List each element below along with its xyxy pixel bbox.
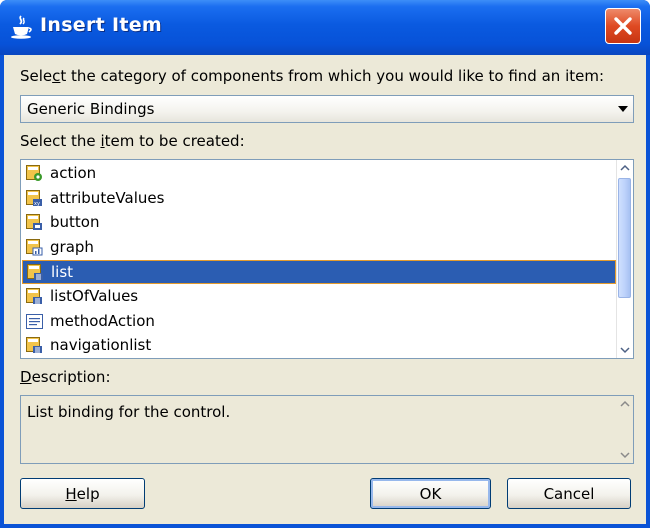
description-label: Description:: [20, 368, 111, 386]
method-binding-icon: [26, 313, 43, 330]
help-button[interactable]: Help: [20, 478, 145, 509]
list-item-label: list: [51, 263, 74, 282]
list-item-button[interactable]: button: [22, 211, 616, 235]
scroll-down-icon[interactable]: [620, 450, 630, 460]
list-item-navigationlist[interactable]: navigationlist: [22, 334, 616, 358]
dropdown-arrow-icon[interactable]: [618, 106, 628, 112]
insert-item-dialog: Insert Item Select the category of compo…: [0, 0, 650, 528]
list-item-methodAction[interactable]: methodAction: [22, 310, 616, 334]
close-button[interactable]: [605, 8, 641, 44]
list-item-label: methodAction: [50, 311, 155, 330]
cancel-button[interactable]: Cancel: [507, 478, 631, 509]
item-listbox[interactable]: action xy attributeValues button graph list li…: [20, 159, 634, 359]
ok-button[interactable]: OK: [370, 478, 491, 509]
list-binding-icon: [26, 288, 43, 305]
svg-text:xy: xy: [34, 201, 40, 207]
description-scrollbar[interactable]: [617, 396, 633, 463]
list-item-label: graph: [50, 237, 94, 256]
list-item-attributeValues[interactable]: xy attributeValues: [22, 187, 616, 211]
dialog-title: Insert Item: [40, 14, 162, 36]
list-item-graph[interactable]: graph: [22, 236, 616, 260]
dialog-body: Select the category of components from w…: [4, 55, 646, 524]
scrollbar-thumb[interactable]: [618, 178, 631, 298]
list-item-listOfValues[interactable]: listOfValues: [22, 285, 616, 309]
list-item-action[interactable]: action: [22, 162, 616, 186]
list-item-label: listOfValues: [50, 287, 139, 305]
item-label: Select the item to be created:: [20, 132, 245, 150]
scroll-up-icon[interactable]: [620, 399, 630, 409]
list-item-label: attributeValues: [50, 188, 165, 207]
description-text: List binding for the control.: [27, 403, 231, 421]
list-binding-icon: [26, 337, 43, 354]
close-icon: [614, 17, 632, 35]
list-item-list[interactable]: list: [22, 260, 616, 285]
title-bar[interactable]: Insert Item: [0, 0, 650, 55]
button-binding-icon: [26, 214, 43, 231]
category-dropdown[interactable]: Generic Bindings: [20, 95, 634, 123]
list-binding-icon: [27, 264, 44, 281]
description-box: List binding for the control.: [20, 395, 634, 464]
list-item-label: button: [50, 213, 100, 232]
category-label: Select the category of components from w…: [20, 67, 605, 85]
list-item-label: action: [50, 164, 97, 182]
scroll-down-icon[interactable]: [620, 345, 630, 355]
action-binding-icon: [26, 165, 43, 182]
list-item-label: navigationlist: [50, 336, 152, 355]
item-list-scrollbar[interactable]: [616, 160, 633, 358]
scroll-up-icon[interactable]: [620, 163, 630, 173]
java-cup-icon: [11, 15, 32, 39]
category-selected-value: Generic Bindings: [27, 100, 155, 118]
attribute-binding-icon: xy: [26, 189, 43, 207]
graph-binding-icon: [26, 238, 43, 256]
